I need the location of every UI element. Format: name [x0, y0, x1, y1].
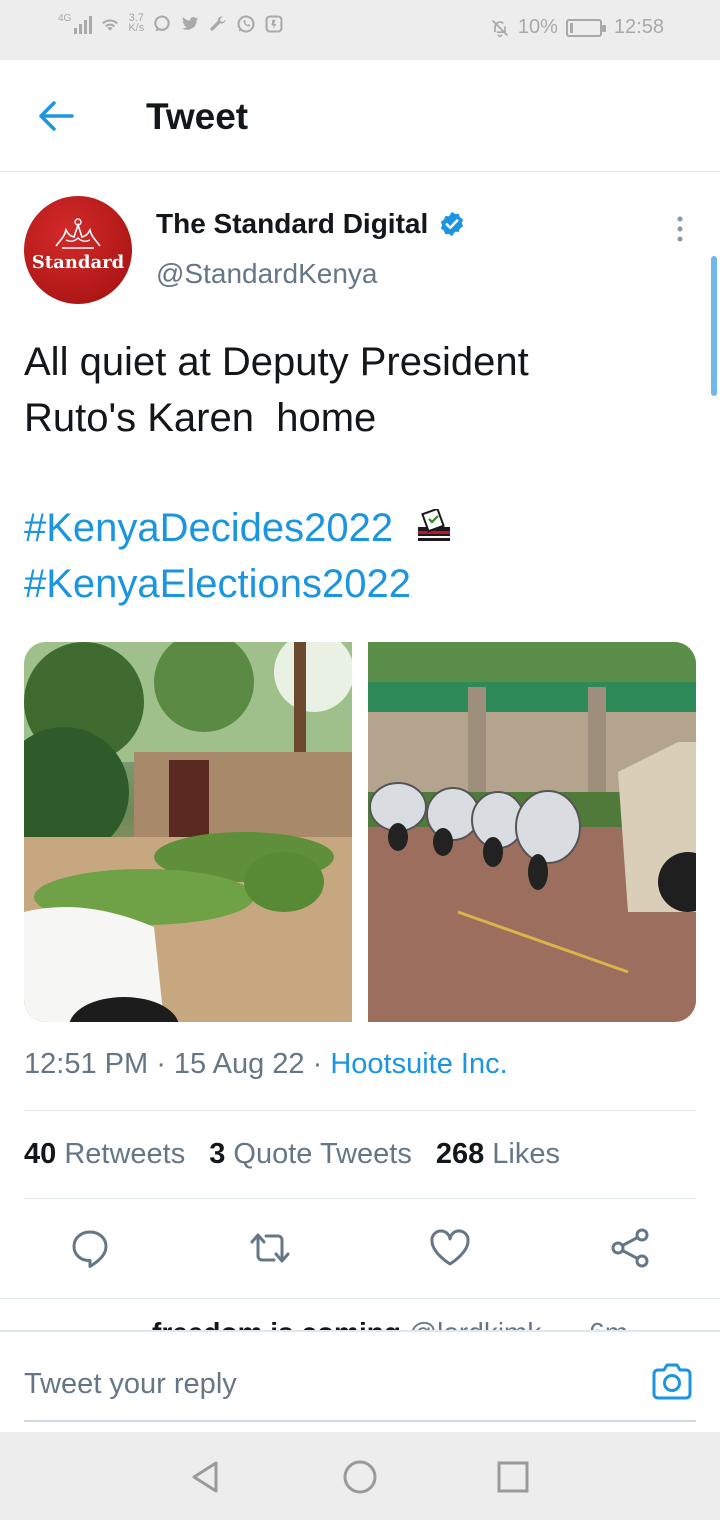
avatar[interactable]: Standard: [24, 196, 132, 304]
reply-icon[interactable]: [68, 1226, 112, 1270]
quote-tweets-stat[interactable]: 3 Quote Tweets: [209, 1138, 412, 1171]
wifi-icon: [102, 19, 119, 31]
hashtags: #KenyaDecides2022 #KenyaElections2022: [24, 500, 684, 612]
tweet-text-line: Ruto's Karen home: [24, 396, 377, 440]
reply-underline: [24, 1420, 696, 1422]
hashtag-link[interactable]: #KenyaElections2022: [24, 556, 684, 612]
tweet-text-line: All quiet at Deputy President: [24, 340, 529, 384]
back-arrow-icon[interactable]: [34, 94, 78, 138]
photo-motorcycles-illustration: [368, 642, 696, 1022]
likes-stat[interactable]: 268 Likes: [436, 1138, 560, 1171]
page-title: Tweet: [146, 96, 249, 137]
media-grid: [24, 642, 696, 1022]
battery-percent: 10%: [517, 16, 558, 38]
quotes-label: Quote Tweets: [233, 1138, 412, 1170]
app-icon: [265, 15, 283, 33]
author-name[interactable]: The Standard Digital: [156, 208, 466, 240]
speed-unit: K/s: [128, 22, 145, 34]
nav-recents-icon[interactable]: [494, 1458, 532, 1496]
like-heart-icon[interactable]: [428, 1226, 472, 1270]
more-options-icon[interactable]: [670, 214, 690, 244]
nav-back-icon[interactable]: [186, 1458, 224, 1496]
whatsapp-icon: [237, 15, 255, 33]
likes-count: 268: [435, 1138, 485, 1170]
wrench-icon: [210, 16, 226, 31]
hashtag-link[interactable]: #KenyaDecides2022: [24, 506, 393, 550]
divider: [24, 1110, 696, 1111]
twitter-icon: [182, 17, 199, 30]
quotes-count: 3: [209, 1138, 226, 1170]
status-bar: 4G 3.7 K/s 10% 12:58: [0, 0, 720, 60]
divider: [24, 1198, 696, 1199]
battery-fill: [569, 22, 573, 33]
avatar-logo-text: Standard: [31, 252, 125, 273]
retweets-label: Retweets: [64, 1138, 186, 1170]
mute-bell-icon: [491, 19, 508, 37]
tweet-text: All quiet at Deputy President Ruto's Kar…: [24, 334, 684, 446]
crest-icon: [55, 218, 101, 249]
next-tweet-preview[interactable]: freedom is coming @lordkimk 6m: [0, 1298, 720, 1332]
tweet-source-link[interactable]: Hootsuite Inc.: [330, 1048, 507, 1080]
network-speed: 3.7 K/s: [128, 13, 145, 34]
retweets-count: 40: [24, 1138, 57, 1170]
tweet-timestamp: 12:51 PM · 15 Aug 22 · Hootsuite Inc.: [24, 1048, 508, 1080]
camera-icon[interactable]: [650, 1360, 694, 1404]
author-name-text: The Standard Digital: [156, 208, 429, 239]
network-type: 4G: [58, 13, 72, 24]
nav-home-icon[interactable]: [341, 1458, 379, 1496]
tweet-time: 12:51 PM: [24, 1048, 149, 1080]
tweet-photo-gate[interactable]: [24, 642, 352, 1022]
verified-badge-icon: [441, 211, 464, 237]
app-header: Tweet: [0, 60, 720, 172]
retweets-stat[interactable]: 40 Retweets: [24, 1138, 185, 1171]
retweet-icon[interactable]: [248, 1226, 292, 1270]
likes-label: Likes: [492, 1138, 560, 1170]
tweet-stats: 40 Retweets 3 Quote Tweets 268 Likes: [24, 1138, 560, 1171]
reply-input[interactable]: Tweet your reply: [24, 1368, 237, 1401]
system-nav-bar: [0, 1432, 720, 1520]
chat-icon: [154, 15, 170, 32]
tweet-actions: [0, 1216, 720, 1280]
reply-composer: Tweet your reply: [0, 1330, 720, 1432]
ballot-box-emoji-icon: [418, 509, 451, 541]
tweet-photo-motorcycles[interactable]: [368, 642, 696, 1022]
clock: 12:58: [613, 16, 664, 38]
signal-icon: 4G: [58, 13, 93, 34]
battery-icon: [565, 18, 606, 37]
tweet-date: 15 Aug 22: [173, 1048, 305, 1080]
share-icon[interactable]: [608, 1226, 652, 1270]
scroll-indicator[interactable]: [711, 256, 717, 396]
author-handle[interactable]: @StandardKenya: [156, 258, 377, 290]
photo-gate-illustration: [24, 642, 352, 1022]
